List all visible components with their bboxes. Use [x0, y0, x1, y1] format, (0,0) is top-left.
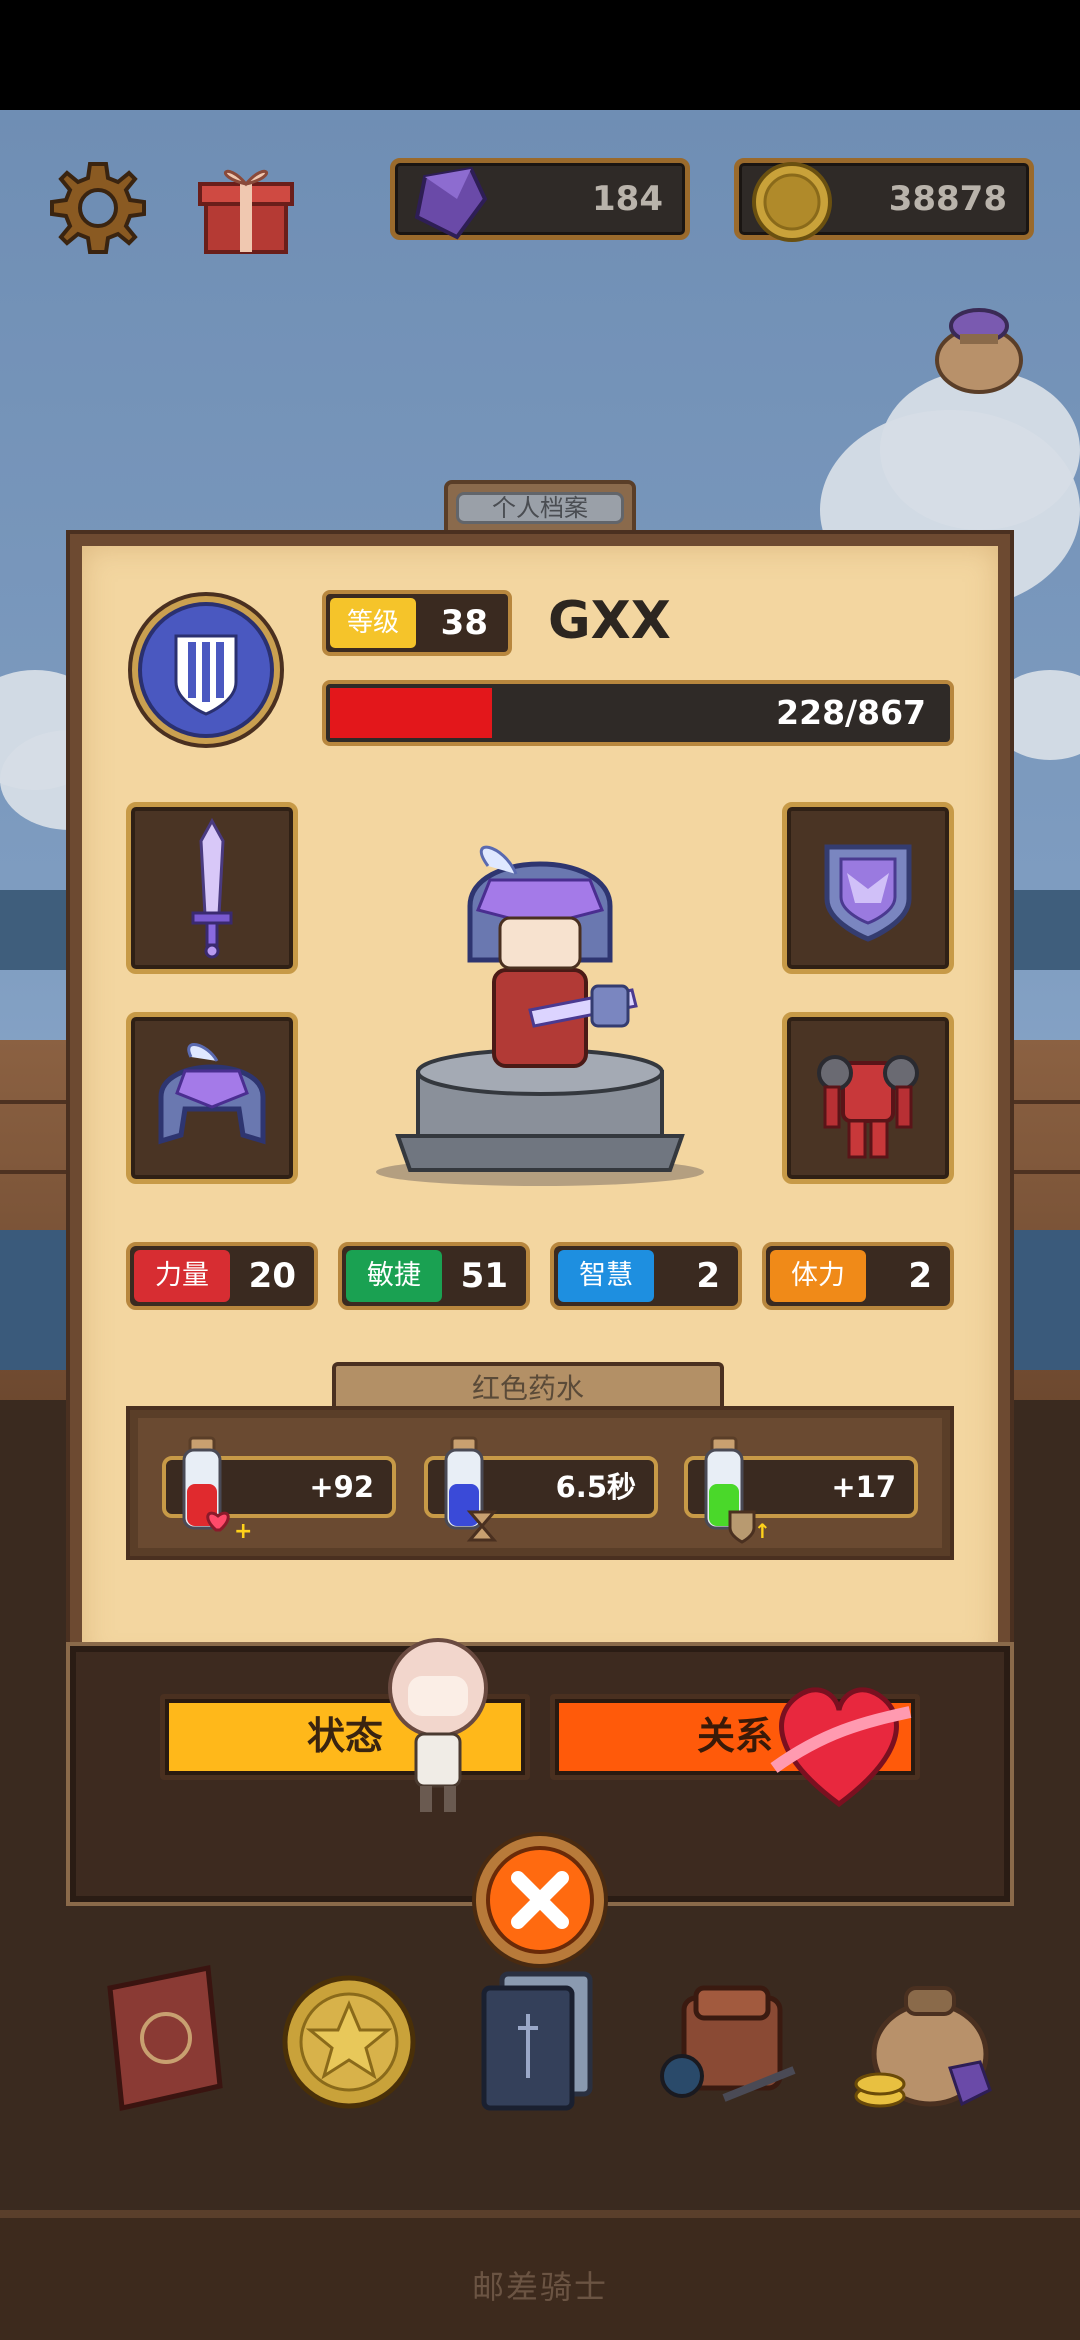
- stat-value: 20: [248, 1256, 296, 1296]
- coin-count: 38878: [888, 179, 1007, 219]
- potion-section-tab: 红色药水: [332, 1362, 724, 1412]
- close-button[interactable]: [470, 1830, 610, 1970]
- status-button-label: 状态: [306, 1714, 383, 1758]
- potion-value: +17: [831, 1470, 896, 1504]
- stat-label: 智慧: [558, 1250, 654, 1302]
- girl-character-icon: [388, 1638, 488, 1812]
- potion-value: 6.5秒: [555, 1470, 636, 1504]
- gem-counter[interactable]: 184: [390, 158, 690, 240]
- heart-icon: [770, 1687, 912, 1808]
- star-coin-icon: [282, 1975, 416, 2109]
- level-label: 等级: [330, 598, 416, 648]
- gift-icon: [198, 169, 294, 254]
- stat-strength: 力量 20: [126, 1242, 318, 1310]
- book-icon: [107, 1964, 223, 2112]
- stat-agility: 敏捷 51: [338, 1242, 530, 1310]
- profile-tab: 个人档案: [444, 480, 636, 534]
- stat-value: 2: [696, 1256, 720, 1296]
- coin-counter[interactable]: 38878: [734, 158, 1034, 242]
- nav-book-button[interactable]: [90, 1958, 240, 2118]
- svg-text:+: +: [234, 1519, 252, 1544]
- character-display: [370, 840, 710, 1190]
- level-value: 38: [440, 603, 488, 643]
- weapon-slot[interactable]: [126, 802, 298, 974]
- guild-emblem-icon: [128, 592, 284, 748]
- hp-bar-fill: [330, 688, 492, 738]
- stat-wisdom: 智慧 2: [550, 1242, 742, 1310]
- gear-icon: [50, 162, 146, 254]
- crystal-helmet-icon: [158, 1043, 266, 1145]
- crystal-shield-icon: [824, 844, 912, 942]
- player-name: GXX: [548, 591, 671, 651]
- close-icon: [472, 1832, 608, 1968]
- green-potion-shield-icon: ↑: [704, 1436, 771, 1544]
- crystal-sword-icon: [191, 817, 233, 959]
- blue-potion-hourglass-icon: [444, 1436, 498, 1542]
- game-title: 邮差骑士: [471, 2268, 608, 2306]
- heart-decoration: [764, 1672, 914, 1812]
- companion-character: [378, 1636, 498, 1816]
- red-armor-icon: [817, 1055, 919, 1159]
- armor-slot[interactable]: [782, 1012, 954, 1184]
- stat-label: 敏捷: [346, 1250, 442, 1302]
- svg-text:↑: ↑: [754, 1519, 771, 1543]
- relation-button-label: 关系: [696, 1714, 773, 1758]
- stat-stamina: 体力 2: [762, 1242, 954, 1310]
- red-potion-heart-icon: +: [182, 1436, 252, 1544]
- stat-label: 力量: [134, 1250, 230, 1302]
- gem-count: 184: [592, 179, 663, 219]
- stat-value: 51: [460, 1256, 508, 1296]
- nav-treasure-button[interactable]: [850, 1958, 1000, 2118]
- nav-backpack-button[interactable]: [654, 1958, 804, 2118]
- gem-bag-button[interactable]: [924, 290, 1034, 400]
- gem-icon: [414, 166, 488, 240]
- settings-button[interactable]: [46, 156, 150, 260]
- coin-icon: [752, 162, 832, 242]
- shield-slot[interactable]: [782, 802, 954, 974]
- nav-cards-button[interactable]: [464, 1958, 614, 2118]
- stat-label: 体力: [770, 1250, 866, 1302]
- treasure-bag-icon: [854, 1986, 992, 2108]
- hp-text: 228/867: [776, 693, 926, 732]
- backpack-icon: [660, 1985, 796, 2102]
- level-badge: 等级 38: [322, 590, 512, 656]
- hp-bar: 228/867: [322, 680, 954, 746]
- gift-button[interactable]: [196, 156, 296, 260]
- potion-defense[interactable]: ↑ +17: [684, 1436, 918, 1544]
- helmet-slot[interactable]: [126, 1012, 298, 1184]
- potion-cooldown[interactable]: 6.5秒: [424, 1436, 658, 1542]
- nav-coin-button[interactable]: [274, 1958, 424, 2118]
- potion-health[interactable]: + +92: [162, 1436, 396, 1544]
- cards-icon: [481, 1971, 593, 2111]
- stat-value: 2: [908, 1256, 932, 1296]
- gem-bag-icon: [935, 308, 1023, 394]
- profile-tab-title: 个人档案: [456, 492, 624, 524]
- guild-emblem: [126, 590, 286, 750]
- knight-character-icon: [376, 845, 704, 1186]
- potion-value: +92: [309, 1470, 374, 1504]
